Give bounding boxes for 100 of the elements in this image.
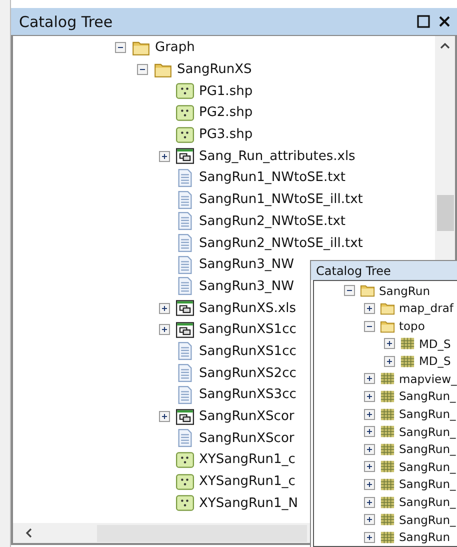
expand-button[interactable]	[384, 356, 394, 367]
tree-item[interactable]: SangRun1_NWtoSE_ill.txt	[199, 192, 363, 208]
expand-button[interactable]	[364, 532, 374, 543]
grid-icon	[380, 406, 395, 422]
tree-item[interactable]: SangRun1_NWtoSE.txt	[199, 170, 346, 186]
tree-item[interactable]: SangRunXS.xls	[199, 300, 296, 316]
document-icon	[176, 212, 194, 230]
tree-item[interactable]: SangRun_	[399, 407, 456, 422]
table-icon	[176, 299, 194, 318]
tree-item[interactable]: SangRunXS1cc	[199, 322, 296, 338]
document-icon	[176, 342, 194, 360]
panel-title: Catalog Tree	[316, 264, 392, 278]
document-icon	[176, 190, 194, 209]
tree-item[interactable]: map_draf	[399, 301, 454, 316]
tree-item[interactable]: SangRunXS3cc	[199, 387, 296, 402]
grid-icon	[380, 371, 395, 386]
tree-item[interactable]: SangRun2_NWtoSE.txt	[199, 214, 346, 229]
grid-icon	[380, 494, 395, 510]
scrollbar-thumb[interactable]	[436, 195, 454, 231]
tree-item[interactable]: PG3.shp	[199, 127, 253, 142]
scroll-up-icon[interactable]	[440, 42, 450, 49]
folder-icon	[380, 318, 395, 334]
tree-item[interactable]: Sang_Run_attributes.xls	[199, 148, 356, 164]
scroll-left-icon[interactable]	[25, 528, 32, 538]
grid-icon	[380, 512, 395, 528]
expand-button[interactable]	[364, 514, 374, 526]
document-icon	[176, 429, 194, 448]
tree-item[interactable]: SangRunXScor	[199, 409, 294, 424]
points-icon	[176, 494, 194, 512]
expand-button[interactable]	[364, 302, 374, 314]
tree-item[interactable]: SangRun_	[399, 495, 456, 510]
document-icon	[176, 256, 194, 274]
collapse-button[interactable]	[344, 285, 354, 296]
tree-item[interactable]: PG2.shp	[199, 105, 253, 120]
grid-icon	[380, 424, 395, 440]
tree-item[interactable]: XYSangRun1_N	[199, 496, 298, 511]
tree-item[interactable]: Graph	[155, 40, 195, 56]
expand-button[interactable]	[364, 461, 374, 472]
tree-item[interactable]: SangRunXS2cc	[199, 366, 296, 381]
collapse-button[interactable]	[364, 320, 374, 332]
tree-item[interactable]: mapview_	[399, 372, 457, 386]
tree-item[interactable]: SangRun_	[399, 389, 456, 404]
collapse-button[interactable]	[114, 42, 126, 54]
expand-button[interactable]	[364, 390, 374, 402]
expand-button[interactable]	[158, 150, 170, 162]
expand-button[interactable]	[364, 444, 374, 455]
tree-item[interactable]: SangRunXScor	[199, 430, 294, 446]
expand-button[interactable]	[364, 408, 374, 420]
tree-item[interactable]: MD_S	[419, 336, 451, 351]
grid-icon	[380, 459, 395, 474]
points-icon	[176, 82, 194, 100]
folder-icon	[360, 283, 375, 298]
tree-item[interactable]: SangRun_	[399, 442, 456, 456]
collapse-button[interactable]	[136, 64, 148, 76]
grid-icon	[380, 388, 395, 404]
tree-item[interactable]: SangRun2_NWtoSE_ill.txt	[199, 236, 363, 251]
expand-button[interactable]	[364, 373, 374, 384]
scrollbar-thumb[interactable]	[97, 524, 307, 542]
tree-item[interactable]: XYSangRun1_c	[199, 452, 296, 468]
document-icon	[176, 386, 194, 404]
grid-icon	[400, 336, 415, 352]
expand-button[interactable]	[364, 478, 374, 490]
tree-item[interactable]: SangRun_	[399, 477, 456, 492]
table-icon	[176, 320, 194, 339]
tree-item[interactable]: SangRun_	[399, 424, 456, 439]
grid-icon	[380, 530, 395, 545]
grid-icon	[380, 476, 395, 492]
points-icon	[176, 472, 194, 491]
tree-item[interactable]: SangRunXS	[177, 62, 252, 78]
maximize-icon[interactable]	[417, 15, 430, 28]
points-icon	[176, 450, 194, 469]
grid-icon	[400, 354, 415, 369]
close-icon[interactable]	[438, 15, 451, 28]
tree-item[interactable]: SangRun_	[399, 512, 456, 527]
tree-item[interactable]: MD_S	[419, 354, 451, 368]
expand-button[interactable]	[158, 411, 170, 422]
points-icon	[176, 126, 194, 144]
folder-icon	[380, 300, 395, 316]
tree-item[interactable]: XYSangRun1_c	[199, 474, 296, 490]
tree-item[interactable]: SangRun	[379, 284, 430, 298]
points-icon	[176, 104, 194, 122]
expand-button[interactable]	[364, 496, 374, 508]
tree-item[interactable]: topo	[399, 319, 425, 334]
expand-button[interactable]	[158, 302, 170, 314]
table-icon	[176, 147, 194, 166]
tree-item[interactable]: SangRun3_NW	[199, 257, 294, 272]
tree-item[interactable]: PG1.shp	[199, 84, 253, 99]
table-icon	[176, 408, 194, 426]
tree-item[interactable]: SangRun_	[399, 460, 456, 474]
tree-item[interactable]: SangRun	[399, 530, 450, 544]
document-icon	[176, 168, 194, 187]
expand-button[interactable]	[364, 426, 374, 438]
grid-icon	[380, 442, 395, 457]
document-icon	[176, 364, 194, 382]
tree-item[interactable]: SangRunXS1cc	[199, 344, 296, 359]
expand-button[interactable]	[384, 338, 394, 350]
document-icon	[176, 234, 194, 252]
tree-item[interactable]: SangRun3_NW	[199, 278, 294, 294]
panel-title: Catalog Tree	[19, 12, 114, 30]
expand-button[interactable]	[158, 324, 170, 336]
